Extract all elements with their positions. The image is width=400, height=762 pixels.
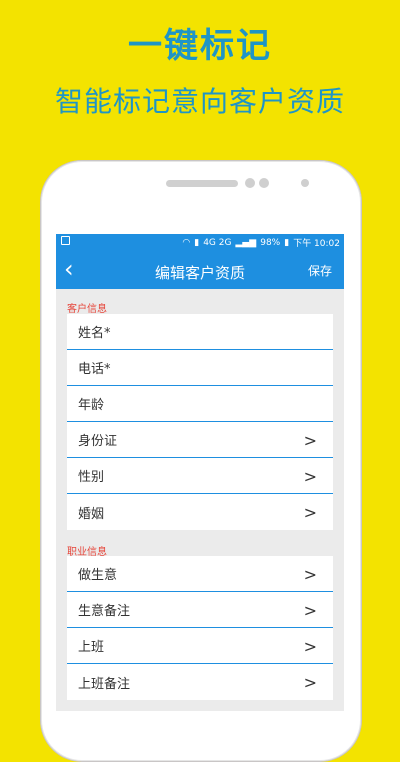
- field-label: 电话*: [78, 362, 111, 377]
- age-field[interactable]: 年龄: [67, 386, 333, 422]
- field-label: 上班备注: [78, 676, 131, 692]
- chevron-right-icon: >: [303, 565, 317, 584]
- wifi-icon: ◠: [182, 237, 191, 248]
- clock: 下午 10:02: [293, 239, 340, 249]
- chevron-right-icon: >: [303, 503, 317, 522]
- gender-row[interactable]: 性别 >: [67, 458, 333, 494]
- field-label: 婚姻: [78, 506, 105, 522]
- chevron-right-icon: >: [303, 467, 317, 486]
- field-label: 做生意: [78, 568, 118, 583]
- customer-info-group: 姓名* 电话* 年龄 身份证 > 性别 > 婚姻 >: [67, 314, 333, 530]
- phone-sensor: [245, 178, 255, 188]
- phone-field[interactable]: 电话*: [67, 350, 333, 386]
- signal-text: 4G 2G: [203, 237, 232, 248]
- phone-camera: [259, 178, 269, 188]
- save-button[interactable]: 保存: [308, 262, 332, 279]
- job-info-group: 做生意 > 生意备注 > 上班 > 上班备注 >: [67, 556, 333, 700]
- employment-note-row[interactable]: 上班备注 >: [67, 664, 333, 700]
- phone-sensor-small: [301, 179, 309, 187]
- field-label: 姓名*: [78, 326, 111, 341]
- section-label-customer: 客户信息: [67, 304, 107, 315]
- field-label: 上班: [78, 640, 105, 655]
- phone-speaker: [166, 180, 238, 187]
- business-note-row[interactable]: 生意备注 >: [67, 592, 333, 628]
- signal-icon: ▂▄▆: [235, 237, 257, 248]
- field-label: 生意备注: [78, 604, 131, 619]
- employment-row[interactable]: 上班 >: [67, 628, 333, 664]
- phone-screen: ◠ ▮ 4G 2G ▂▄▆ 98% ▮ 下午 10:02 ‹ 编辑客户资质 保存…: [56, 234, 344, 711]
- chevron-right-icon: >: [303, 601, 317, 620]
- status-bar: ◠ ▮ 4G 2G ▂▄▆ 98% ▮ 下午 10:02: [56, 234, 344, 251]
- page-title: 编辑客户资质: [154, 264, 245, 282]
- promo-subtitle: 智能标记意向客户资质: [54, 85, 345, 118]
- chevron-right-icon: >: [303, 637, 317, 656]
- id-card-row[interactable]: 身份证 >: [67, 422, 333, 458]
- app-bar: ‹ 编辑客户资质 保存: [56, 251, 344, 289]
- promo-title: 一键标记: [128, 26, 272, 66]
- marriage-row[interactable]: 婚姻 >: [67, 494, 333, 530]
- business-row[interactable]: 做生意 >: [67, 556, 333, 592]
- sim-icon: ▮: [194, 237, 200, 248]
- name-field[interactable]: 姓名*: [67, 314, 333, 350]
- gallery-icon: [61, 236, 70, 248]
- battery-icon: ▮: [284, 237, 290, 248]
- field-label: 年龄: [78, 398, 105, 413]
- chevron-right-icon: >: [303, 673, 317, 692]
- field-label: 身份证: [78, 434, 118, 449]
- chevron-right-icon: >: [303, 431, 317, 450]
- field-label: 性别: [78, 470, 105, 485]
- battery-percent: 98%: [260, 237, 281, 248]
